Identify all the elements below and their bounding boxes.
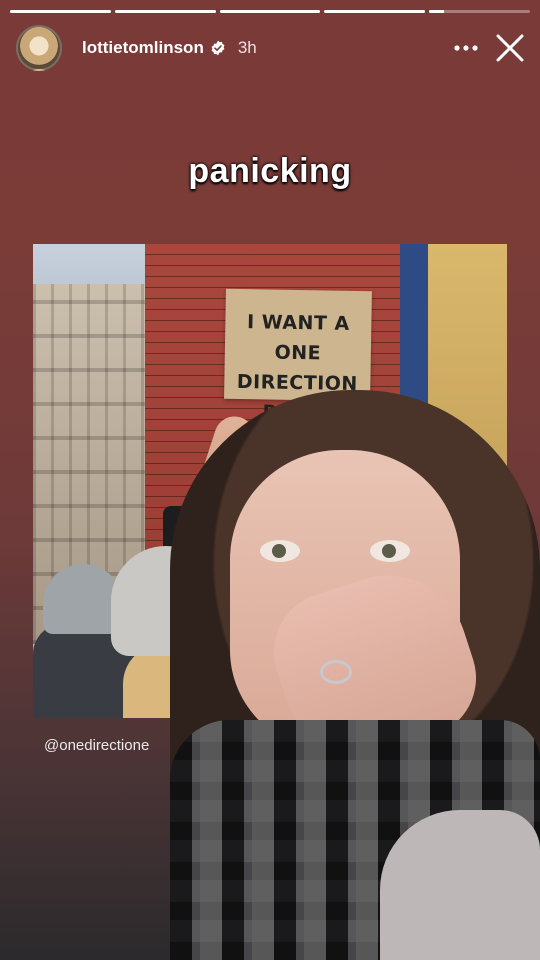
caption-text: panicking <box>188 152 352 190</box>
progress-segment-4 <box>324 10 426 13</box>
selfie-eye <box>370 540 410 562</box>
selfie-eye <box>260 540 300 562</box>
progress-segment-1 <box>10 10 111 13</box>
selfie-tshirt <box>380 810 540 960</box>
story-caption: panicking <box>0 152 540 191</box>
selfie-ring <box>320 660 352 684</box>
verified-badge-icon <box>211 40 225 56</box>
story-progress-bar <box>10 10 530 13</box>
close-button[interactable] <box>492 30 528 66</box>
close-icon <box>496 34 524 62</box>
protest-sign: I WANT A ONE DIRECTION REUNI <box>224 288 372 425</box>
username[interactable]: lottietomlinson <box>82 38 204 58</box>
avatar[interactable] <box>16 25 62 71</box>
sign-line-1: I WANT A <box>246 311 350 335</box>
story-header: lottietomlinson 3h <box>16 25 528 71</box>
more-options-button[interactable] <box>448 30 484 66</box>
post-time: 3h <box>237 38 257 57</box>
more-options-icon <box>454 45 478 51</box>
selfie-overlay <box>170 390 540 960</box>
progress-segment-2 <box>114 10 216 13</box>
post-credit-link[interactable]: @onedirectione <box>44 737 149 754</box>
progress-segment-3 <box>219 10 321 13</box>
progress-segment-5 <box>429 10 530 13</box>
